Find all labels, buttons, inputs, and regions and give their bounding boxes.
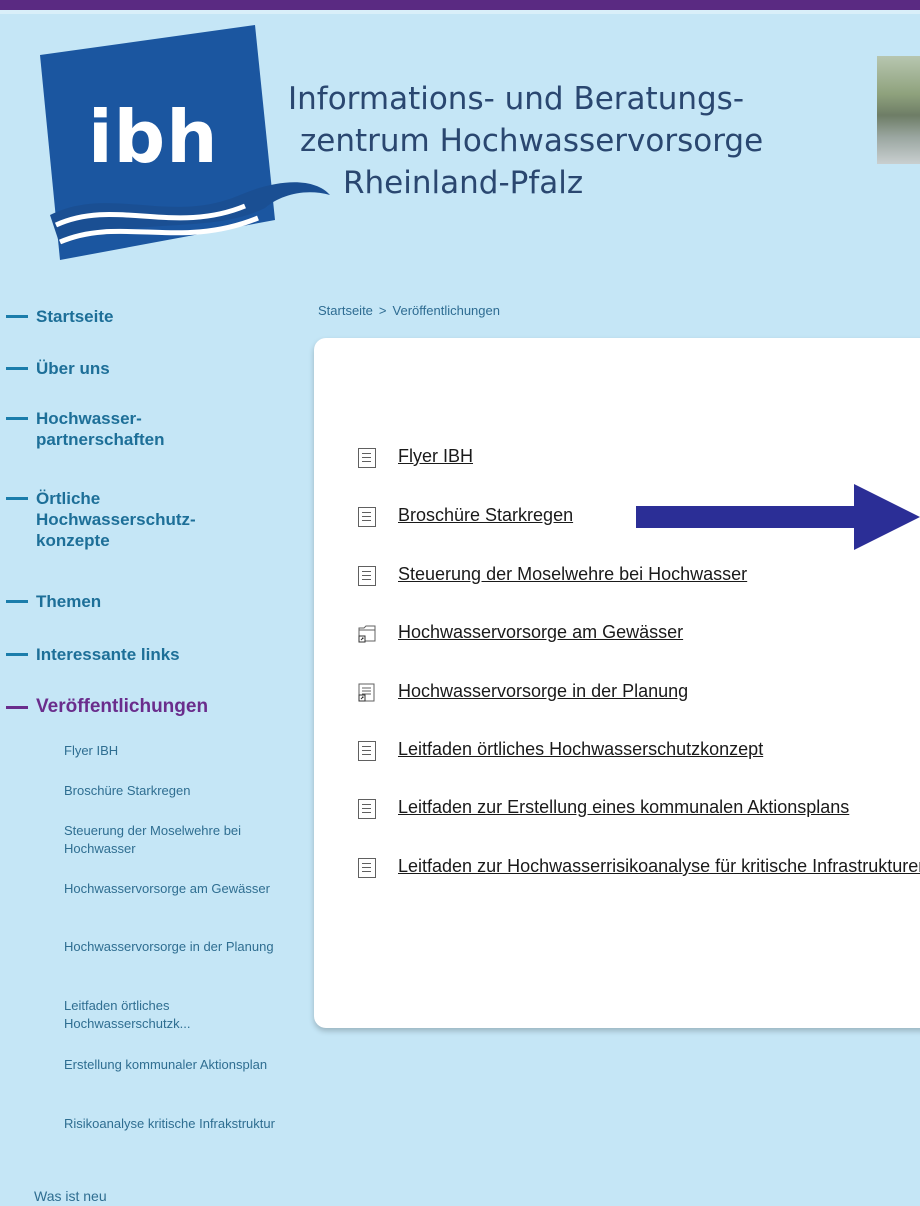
document-shortcut-icon bbox=[358, 683, 375, 702]
sidebar-subitem-gewaesser[interactable]: Hochwasservorsorge am Gewässer bbox=[64, 880, 294, 898]
sidebar-item-label: Örtliche Hochwasserschutz- konzepte bbox=[36, 489, 196, 550]
document-link[interactable]: Leitfaden zur Erstellung eines kommunale… bbox=[398, 797, 849, 818]
document-link[interactable]: Flyer IBH bbox=[398, 446, 473, 467]
breadcrumb-home-link[interactable]: Startseite bbox=[318, 303, 373, 318]
nav-bullet bbox=[6, 417, 28, 420]
nav-bullet bbox=[6, 600, 28, 603]
document-link[interactable]: Steuerung der Moselwehre bei Hochwasser bbox=[398, 564, 747, 585]
document-icon bbox=[358, 507, 376, 527]
sidebar-item-label: Interessante links bbox=[36, 645, 180, 664]
nav-bullet bbox=[6, 653, 28, 656]
sidebar-subitem-planung[interactable]: Hochwasservorsorge in der Planung bbox=[64, 938, 294, 956]
sidebar-item-label: Hochwasser- partnerschaften bbox=[36, 409, 165, 449]
breadcrumb: Startseite > Veröffentlichungen bbox=[318, 303, 500, 318]
folder-shortcut-icon bbox=[358, 625, 376, 643]
nav-bullet bbox=[6, 706, 28, 709]
sidebar-subitem-aktionsplan[interactable]: Erstellung kommunaler Aktionsplan bbox=[64, 1056, 294, 1074]
logo-text: ibh bbox=[88, 95, 219, 179]
org-name-line-3: Rheinland-Pfalz bbox=[343, 165, 584, 201]
nav-bullet bbox=[6, 315, 28, 318]
document-link[interactable]: Broschüre Starkregen bbox=[398, 505, 573, 526]
sidebar-item-was-ist-neu[interactable]: Was ist neu bbox=[34, 1188, 107, 1204]
sidebar-item-label: Startseite bbox=[36, 307, 114, 326]
document-icon bbox=[358, 858, 376, 878]
header-divider bbox=[0, 10, 920, 14]
document-icon bbox=[358, 799, 376, 819]
sidebar-subitem-leitfaden-oertlich[interactable]: Leitfaden örtliches Hochwasserschutzk... bbox=[64, 997, 294, 1033]
org-name-line-1: Informations- und Beratungs- bbox=[288, 81, 745, 117]
sidebar-item-label: Veröffentlichungen bbox=[36, 696, 209, 717]
org-name-line-2: zentrum Hochwasservorsorge bbox=[300, 123, 764, 159]
document-link[interactable]: Hochwasservorsorge in der Planung bbox=[398, 681, 688, 702]
document-link[interactable]: Hochwasservorsorge am Gewässer bbox=[398, 622, 683, 643]
nav-bullet bbox=[6, 497, 28, 500]
sidebar-subitem-moselwehre[interactable]: Steuerung der Moselwehre bei Hochwasser bbox=[64, 822, 294, 858]
document-link[interactable]: Leitfaden örtliches Hochwasserschutzkonz… bbox=[398, 739, 763, 760]
document-icon bbox=[358, 741, 376, 761]
document-link[interactable]: Leitfaden zur Hochwasserrisikoanalyse fü… bbox=[398, 856, 920, 877]
header-photo bbox=[877, 56, 920, 164]
sidebar-subitem-risikoanalyse[interactable]: Risikoanalyse kritische Infrakstruktur bbox=[64, 1115, 294, 1133]
sidebar-subitem-flyer-ibh[interactable]: Flyer IBH bbox=[64, 742, 294, 760]
document-icon bbox=[358, 448, 376, 468]
document-icon bbox=[358, 566, 376, 586]
nav-bullet bbox=[6, 367, 28, 370]
breadcrumb-current: Veröffentlichungen bbox=[392, 303, 500, 318]
annotation-arrow-icon bbox=[636, 484, 920, 550]
top-accent-bar bbox=[0, 0, 920, 10]
breadcrumb-separator: > bbox=[378, 303, 387, 318]
sidebar-subitem-broschuere-starkregen[interactable]: Broschüre Starkregen bbox=[64, 782, 294, 800]
organization-name: Informations- und Beratungs- zentrum Hoc… bbox=[288, 78, 848, 204]
sidebar-item-label: Über uns bbox=[36, 359, 110, 378]
sidebar-item-label: Themen bbox=[36, 592, 102, 611]
